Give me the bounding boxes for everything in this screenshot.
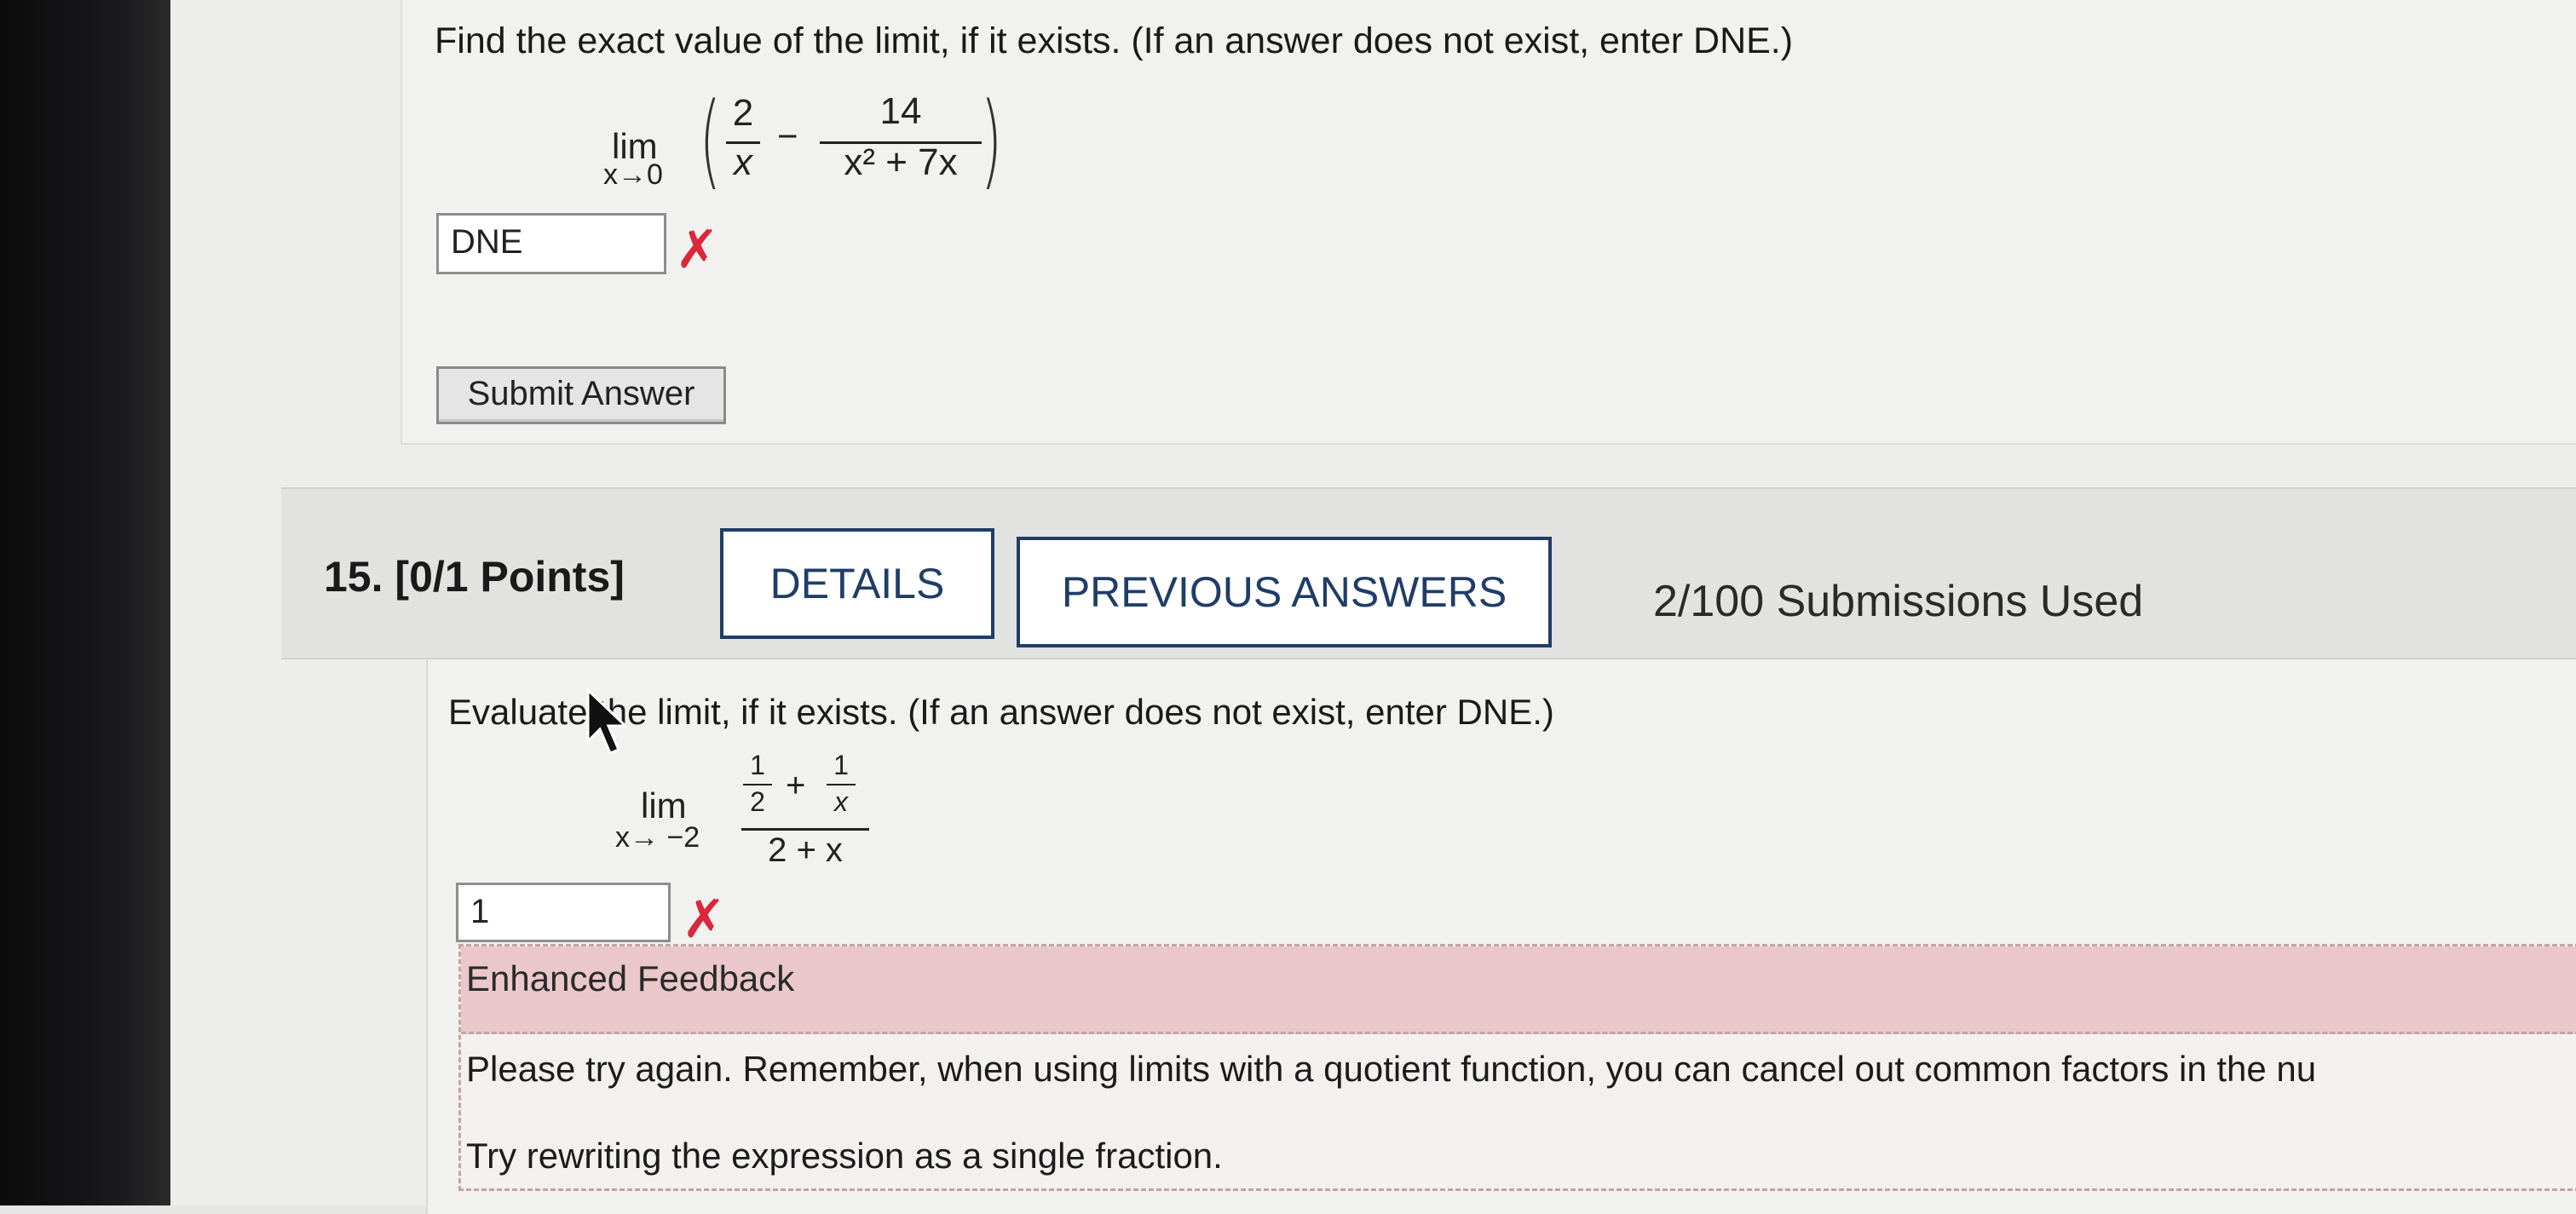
answer-input[interactable]: 1 (456, 883, 671, 942)
numerator: 2 (732, 92, 754, 134)
minus-sign: − (777, 116, 798, 156)
question-number: 15. (324, 553, 383, 601)
screen-bezel (0, 0, 170, 1205)
limit-subscript: x→ −2 (615, 821, 700, 854)
fraction-bar (743, 784, 772, 785)
fraction-bar (827, 784, 856, 785)
details-button[interactable]: DETAILS (720, 528, 994, 639)
feedback-title: Enhanced Feedback (466, 958, 795, 998)
complex-fraction: 1 2 + 1 x 2 + x (741, 750, 869, 869)
numerator: 1 (833, 750, 849, 780)
complex-denominator: 2 + x (768, 831, 843, 869)
previous-answers-button[interactable]: PREVIOUS ANSWERS (1017, 537, 1552, 647)
previous-question-card (401, 0, 2576, 445)
feedback-line-1: Please try again. Remember, when using l… (466, 1049, 2317, 1089)
limit-subscript: x→0 (603, 158, 663, 191)
limit-word: lim (641, 785, 687, 826)
main-fraction-bar (741, 828, 869, 831)
fraction-14-over-poly: 14 x² + 7x (820, 90, 982, 183)
denominator: 2 (750, 786, 765, 817)
denominator: x² + 7x (844, 141, 958, 183)
enhanced-feedback-panel: Enhanced Feedback Please try again. Reme… (458, 944, 2576, 1191)
previous-question-prompt: Find the exact value of the limit, if it… (435, 20, 1794, 61)
feedback-header: Enhanced Feedback (461, 946, 2576, 1034)
fraction-1-over-2: 1 2 (743, 750, 772, 817)
numerator: 14 (879, 90, 922, 132)
numerator: 1 (750, 750, 765, 780)
x-mark-icon: ✗ (675, 218, 719, 280)
submit-answer-button[interactable]: Submit Answer (436, 366, 726, 424)
denominator: x (734, 141, 752, 183)
plus-sign: + (786, 767, 806, 804)
question-points: [0/1 Points] (395, 553, 625, 601)
fraction-2-over-x: 2 x (726, 92, 760, 183)
denominator: x (834, 786, 848, 817)
previous-answer-input[interactable]: DNE (436, 213, 666, 274)
feedback-line-2: Try rewriting the expression as a single… (466, 1136, 1223, 1176)
right-paren: ) (980, 82, 1003, 200)
complex-numerator: 1 2 + 1 x (741, 750, 869, 826)
submissions-used: 2/100 Submissions Used (1653, 577, 2144, 626)
fraction-1-over-x: 1 x (827, 750, 856, 817)
left-paren: ( (699, 82, 722, 200)
x-mark-icon: ✗ (682, 888, 726, 950)
question-number-points: 15. [0/1 Points] (324, 552, 625, 601)
mouse-pointer-icon (586, 688, 629, 755)
